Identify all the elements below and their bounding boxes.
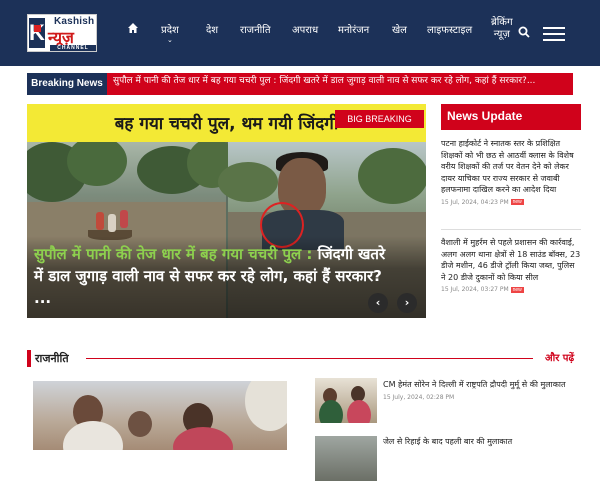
news-update-divider — [441, 229, 581, 230]
section-divider-line — [86, 358, 533, 359]
site-logo[interactable]: K Kashish न्यूज़ CHANNEL — [27, 14, 97, 52]
rajniti-thumb-1[interactable] — [315, 378, 377, 423]
new-badge: new — [510, 286, 524, 293]
nav-item-rajniti[interactable]: राजनीति — [240, 22, 271, 36]
news-update-item-meta: 15 Jul, 2024, 04:23 PM new — [441, 199, 581, 206]
nav-breaking-line2: न्यूज़ — [493, 29, 510, 40]
site-header: K Kashish न्यूज़ CHANNEL प्रदेश ⌄ देश रा… — [0, 0, 600, 66]
child-figure — [96, 212, 104, 230]
rajniti-side-item[interactable]: CM हेमंत सोरेन ने दिल्ली में राष्ट्रपति … — [383, 379, 573, 401]
hero-caption[interactable]: सुपौल में पानी की तेज धार में बह गया चचर… — [34, 243, 394, 309]
home-icon[interactable] — [127, 22, 139, 34]
new-badge: new — [510, 199, 524, 205]
child-figure — [108, 214, 116, 232]
rajniti-side-item[interactable]: जेल से रिहाई के बाद पहली बार की मुलाकात — [383, 436, 573, 448]
news-update-underline — [441, 128, 581, 130]
news-update-title: News Update — [441, 104, 581, 128]
nav-item-pradesh[interactable]: प्रदेश ⌄ — [161, 22, 179, 44]
nav-item-lifestyle[interactable]: लाइफस्टाइल — [427, 22, 472, 36]
search-icon[interactable] — [518, 26, 530, 38]
section-accent-bar — [27, 350, 31, 367]
logo-channel-text: CHANNEL — [50, 45, 96, 51]
hamburger-menu-icon[interactable] — [543, 27, 565, 41]
logo-k-mark: K — [29, 18, 45, 48]
rajniti-side-item-title: CM हेमंत सोरेन ने दिल्ली में राष्ट्रपति … — [383, 380, 566, 389]
breaking-news-ticker[interactable]: सुपौल में पानी की तेज धार में बह गया चचर… — [113, 73, 535, 95]
read-more-link[interactable]: और पढ़ें — [545, 350, 574, 367]
news-update-item-date: 15 Jul, 2024, 04:23 PM — [441, 198, 509, 206]
nav-breaking-line1: ब्रेकिंग — [491, 17, 513, 28]
news-update-item-meta: 15 Jul, 2024, 03:27 PM new — [441, 286, 581, 293]
news-update-item[interactable]: वैशाली में मुहर्रम से पहले प्रशासन की का… — [441, 237, 581, 293]
breaking-news-bar: Breaking News सुपौल में पानी की तेज धार … — [27, 73, 573, 95]
rajniti-side-item-title: जेल से रिहाई के बाद पहली बार की मुलाकात — [383, 437, 513, 446]
big-breaking-badge: BIG BREAKING — [335, 110, 424, 128]
news-update-item-text: वैशाली में मुहर्रम से पहले प्रशासन की का… — [441, 238, 581, 282]
rajniti-thumb-2[interactable] — [315, 436, 377, 481]
section-title-rajniti: राजनीति — [35, 352, 69, 365]
nav-item-breaking-news[interactable]: ब्रेकिंग न्यूज़ — [491, 17, 513, 41]
news-update-item-text: पटना हाईकोर्ट ने स्नातक स्तर के प्रशिक्ष… — [441, 139, 574, 194]
nav-item-manoranjan[interactable]: मनोरंजन — [338, 22, 369, 36]
hero-caption-highlight: सुपौल में पानी की तेज धार में बह गया चचर… — [34, 245, 313, 263]
news-update-item-date: 15 Jul, 2024, 03:27 PM — [441, 286, 509, 293]
slider-prev-icon[interactable]: ‹ — [368, 293, 388, 313]
nav-item-apradh[interactable]: अपराध — [292, 22, 318, 36]
nav-label: प्रदेश — [161, 25, 179, 36]
chevron-down-icon: ⌄ — [166, 36, 173, 44]
news-update-item[interactable]: पटना हाईकोर्ट ने स्नातक स्तर के प्रशिक्ष… — [441, 138, 581, 206]
breaking-news-label: Breaking News — [27, 73, 107, 95]
nav-item-desh[interactable]: देश — [206, 22, 218, 36]
child-figure — [120, 210, 128, 228]
nav-item-khel[interactable]: खेल — [392, 22, 407, 36]
rajniti-feature-image[interactable] — [33, 381, 287, 450]
rajniti-side-item-date: 15 July, 2024, 02:28 PM — [383, 394, 455, 401]
slider-next-icon[interactable]: › — [397, 293, 417, 313]
